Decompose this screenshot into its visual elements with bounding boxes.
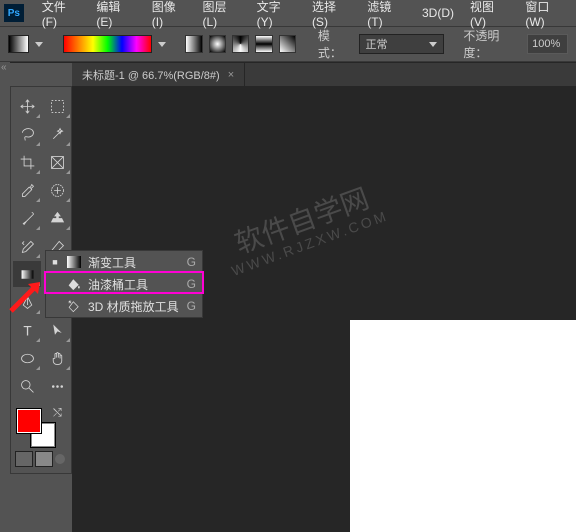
blend-mode-select[interactable]: 正常 [359, 34, 444, 54]
menu-3d[interactable]: 3D(D) [414, 6, 462, 20]
flyout-label: 3D 材质拖放工具 [88, 298, 181, 315]
edit-toolbar[interactable] [43, 373, 71, 399]
tool-flyout-menu: ■ 渐变工具 G 油漆桶工具 G 3D 材质拖放工具 G [45, 250, 203, 318]
chevron-down-icon[interactable] [158, 42, 166, 47]
menu-file[interactable]: 文件(F) [34, 0, 89, 29]
toolbox-header [10, 63, 72, 87]
move-tool[interactable] [13, 93, 41, 119]
marquee-tool[interactable] [43, 93, 71, 119]
chevron-down-icon[interactable] [35, 42, 43, 47]
document-tab-strip: 未标题-1 @ 66.7%(RGB/8#) × [10, 62, 576, 86]
crop-tool[interactable] [13, 149, 41, 175]
history-brush-tool[interactable] [13, 233, 41, 259]
arrow-annotation-icon [6, 276, 46, 316]
menu-edit[interactable]: 编辑(E) [88, 0, 143, 29]
svg-text:T: T [23, 323, 31, 338]
menu-filter[interactable]: 滤镜(T) [359, 0, 414, 29]
lasso-tool[interactable] [13, 121, 41, 147]
document-canvas[interactable] [350, 320, 576, 532]
gradient-angle-icon[interactable] [232, 35, 249, 53]
chevron-down-icon [429, 42, 437, 47]
opacity-label: 不透明度： [463, 27, 521, 61]
document-tab[interactable]: 未标题-1 @ 66.7%(RGB/8#) × [72, 63, 245, 86]
flyout-paint-bucket-tool[interactable]: 油漆桶工具 G [46, 273, 202, 295]
brush-tool[interactable] [13, 205, 41, 231]
gradient-preview[interactable] [63, 35, 152, 53]
screenmode-icon[interactable] [35, 451, 53, 467]
watermark-text: 软件自学网 WWW.RJZXW.COM [219, 179, 391, 279]
magic-wand-tool[interactable] [43, 121, 71, 147]
flyout-gradient-tool[interactable]: ■ 渐变工具 G [46, 251, 202, 273]
active-indicator-icon: ■ [50, 257, 60, 267]
spot-heal-tool[interactable] [43, 177, 71, 203]
foreground-color[interactable] [17, 409, 41, 433]
frame-tool[interactable] [43, 149, 71, 175]
collapse-panels-icon[interactable] [3, 66, 7, 70]
close-icon[interactable]: × [228, 69, 234, 81]
options-bar: 模式： 正常 不透明度： 100% [0, 26, 576, 62]
menu-view[interactable]: 视图(V) [462, 0, 517, 29]
menu-layer[interactable]: 图层(L) [195, 0, 249, 29]
blend-mode-value: 正常 [366, 36, 388, 52]
shortcut-key: G [187, 299, 196, 313]
clone-stamp-tool[interactable] [43, 205, 71, 231]
mode-label: 模式： [318, 27, 353, 61]
gradient-diamond-icon[interactable] [279, 35, 296, 53]
material-drop-icon [66, 299, 82, 313]
menu-image[interactable]: 图像(I) [144, 0, 195, 29]
paint-bucket-icon [66, 277, 82, 291]
flyout-label: 油漆桶工具 [88, 276, 181, 293]
screen-mode-icons [13, 451, 69, 467]
document-tab-title: 未标题-1 @ 66.7%(RGB/8#) [82, 67, 220, 83]
gradient-icon [66, 255, 82, 269]
app-logo: Ps [4, 4, 24, 22]
menu-window[interactable]: 窗口(W) [517, 0, 576, 29]
tool-preset-thumb[interactable] [8, 35, 29, 53]
hand-tool[interactable] [43, 345, 71, 371]
type-tool[interactable]: T [13, 317, 41, 343]
flyout-label: 渐变工具 [88, 254, 181, 271]
menu-bar: Ps 文件(F) 编辑(E) 图像(I) 图层(L) 文字(Y) 选择(S) 滤… [0, 0, 576, 26]
screenmode-toggle-icon[interactable] [55, 454, 65, 464]
gradient-linear-icon[interactable] [185, 35, 202, 53]
shortcut-key: G [187, 255, 196, 269]
opacity-input[interactable]: 100% [527, 34, 568, 54]
path-select-tool[interactable] [43, 317, 71, 343]
color-swatches: ⤭ [13, 403, 71, 447]
menu-text[interactable]: 文字(Y) [249, 0, 304, 29]
quickmask-icon[interactable] [15, 451, 33, 467]
eyedropper-tool[interactable] [13, 177, 41, 203]
shortcut-key: G [187, 277, 196, 291]
swap-colors-icon[interactable]: ⤭ [53, 407, 62, 420]
zoom-tool[interactable] [13, 373, 41, 399]
gradient-reflected-icon[interactable] [255, 35, 272, 53]
gradient-radial-icon[interactable] [209, 35, 226, 53]
flyout-3d-material-tool[interactable]: 3D 材质拖放工具 G [46, 295, 202, 317]
ellipse-tool[interactable] [13, 345, 41, 371]
menu-select[interactable]: 选择(S) [304, 0, 359, 29]
